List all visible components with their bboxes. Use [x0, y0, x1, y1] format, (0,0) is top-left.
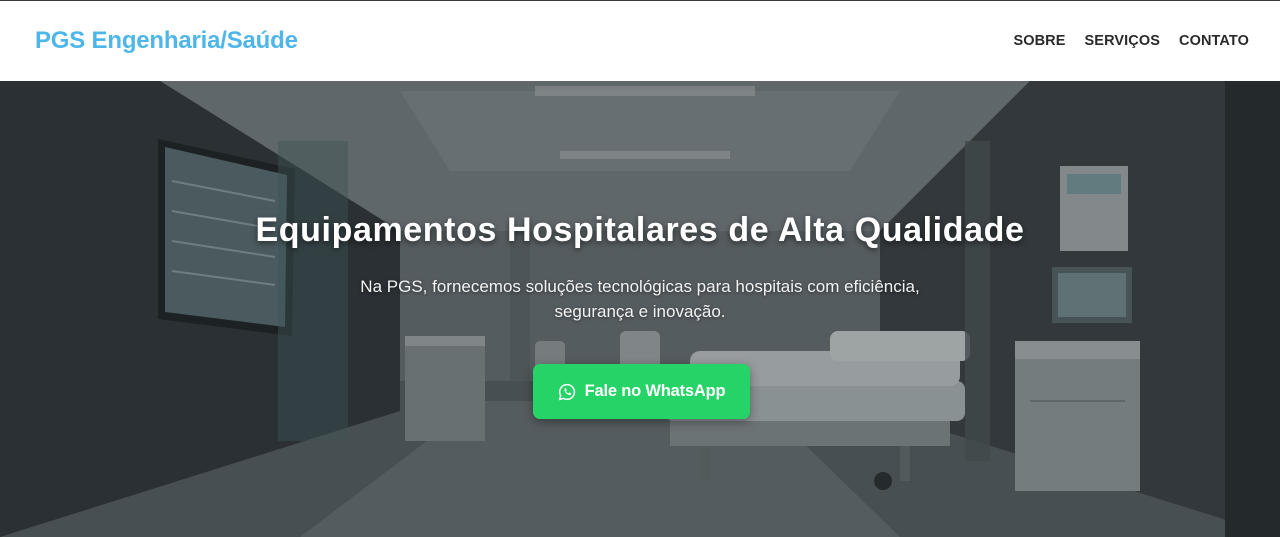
whatsapp-icon — [558, 383, 575, 400]
nav-link-servicos[interactable]: SERVIÇOS — [1085, 33, 1160, 49]
brand-logo-text[interactable]: PGS Engenharia/Saúde — [35, 27, 298, 55]
hero-subtitle: Na PGS, fornecemos soluções tecnológicas… — [360, 277, 920, 321]
whatsapp-cta-button[interactable]: Fale no WhatsApp — [533, 364, 750, 419]
hero-title: Equipamentos Hospitalares de Alta Qualid… — [255, 211, 1025, 249]
hero-content: Equipamentos Hospitalares de Alta Qualid… — [0, 81, 1280, 537]
nav-link-contato[interactable]: CONTATO — [1179, 33, 1249, 49]
hero-section: Equipamentos Hospitalares de Alta Qualid… — [0, 81, 1280, 537]
nav-link-sobre[interactable]: SOBRE — [1013, 33, 1065, 49]
site-header: PGS Engenharia/Saúde SOBRE SERVIÇOS CONT… — [0, 1, 1280, 81]
main-nav: SOBRE SERVIÇOS CONTATO — [1013, 33, 1249, 49]
whatsapp-cta-label: Fale no WhatsApp — [584, 382, 726, 400]
